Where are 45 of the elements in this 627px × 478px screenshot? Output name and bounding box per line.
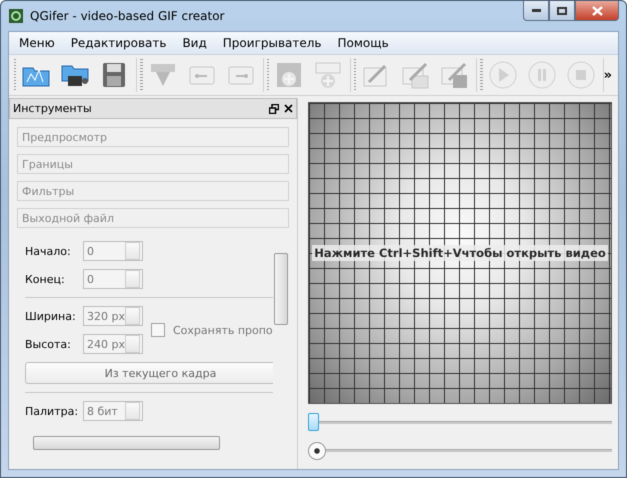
dock-title: Инструменты bbox=[13, 102, 93, 115]
close-icon bbox=[592, 6, 602, 16]
close-icon[interactable] bbox=[284, 104, 293, 113]
section-button[interactable]: Границы bbox=[17, 154, 289, 174]
field-label: Конец: bbox=[25, 272, 66, 286]
field-label: Палитра: bbox=[25, 404, 75, 418]
checkbox-label: Сохранять пропо bbox=[173, 324, 273, 336]
edit-frames-icon bbox=[400, 60, 430, 90]
pause-icon bbox=[526, 60, 557, 90]
menu-item[interactable]: Помощь bbox=[330, 36, 397, 50]
spin-box[interactable]: 320 px bbox=[83, 306, 143, 326]
field-label: Высота: bbox=[25, 338, 72, 350]
menu-item[interactable]: Вид bbox=[174, 36, 215, 50]
zoom-slider[interactable] bbox=[308, 440, 612, 460]
menu-item[interactable]: Меню bbox=[11, 36, 63, 50]
play-icon bbox=[488, 60, 518, 90]
open-video-hint: Нажмите Ctrl+Shift+Vчтобы открыть видео bbox=[312, 245, 608, 261]
float-icon[interactable] bbox=[269, 104, 279, 114]
frame-slider[interactable] bbox=[308, 412, 612, 432]
slider-handle[interactable] bbox=[308, 413, 319, 431]
spin-box[interactable]: 0 bbox=[83, 269, 143, 289]
spin-box[interactable]: 8 бит bbox=[83, 401, 143, 421]
window-title: QGifer - video-based GIF creator bbox=[30, 9, 226, 23]
slider-knob[interactable] bbox=[308, 442, 326, 460]
app-icon bbox=[8, 8, 24, 24]
edit-save-icon bbox=[439, 60, 470, 90]
maximize-button[interactable] bbox=[549, 1, 575, 21]
minimize-icon bbox=[532, 9, 540, 12]
menu-item[interactable]: Проигрыватель bbox=[214, 36, 330, 50]
field-label: Ширина: bbox=[25, 310, 75, 322]
menu-item[interactable]: Редактировать bbox=[62, 36, 174, 50]
section-button[interactable]: Фильтры bbox=[17, 181, 289, 201]
add-text-icon bbox=[312, 60, 343, 90]
overflow-button[interactable]: » bbox=[604, 68, 612, 82]
checkbox[interactable] bbox=[151, 323, 165, 337]
section-button[interactable]: Выходной файл bbox=[17, 208, 289, 228]
spin-box[interactable]: 0 bbox=[83, 241, 143, 261]
from-frame-button[interactable]: Из текущего кадра bbox=[25, 362, 273, 384]
spin-box[interactable]: 240 px bbox=[83, 334, 143, 354]
field-label: Начало: bbox=[25, 244, 72, 258]
close-button[interactable] bbox=[575, 1, 619, 21]
stop-icon bbox=[566, 60, 596, 90]
section-button[interactable]: Предпросмотр bbox=[17, 127, 289, 147]
maximize-icon bbox=[557, 6, 567, 14]
minimize-button[interactable] bbox=[523, 1, 549, 21]
